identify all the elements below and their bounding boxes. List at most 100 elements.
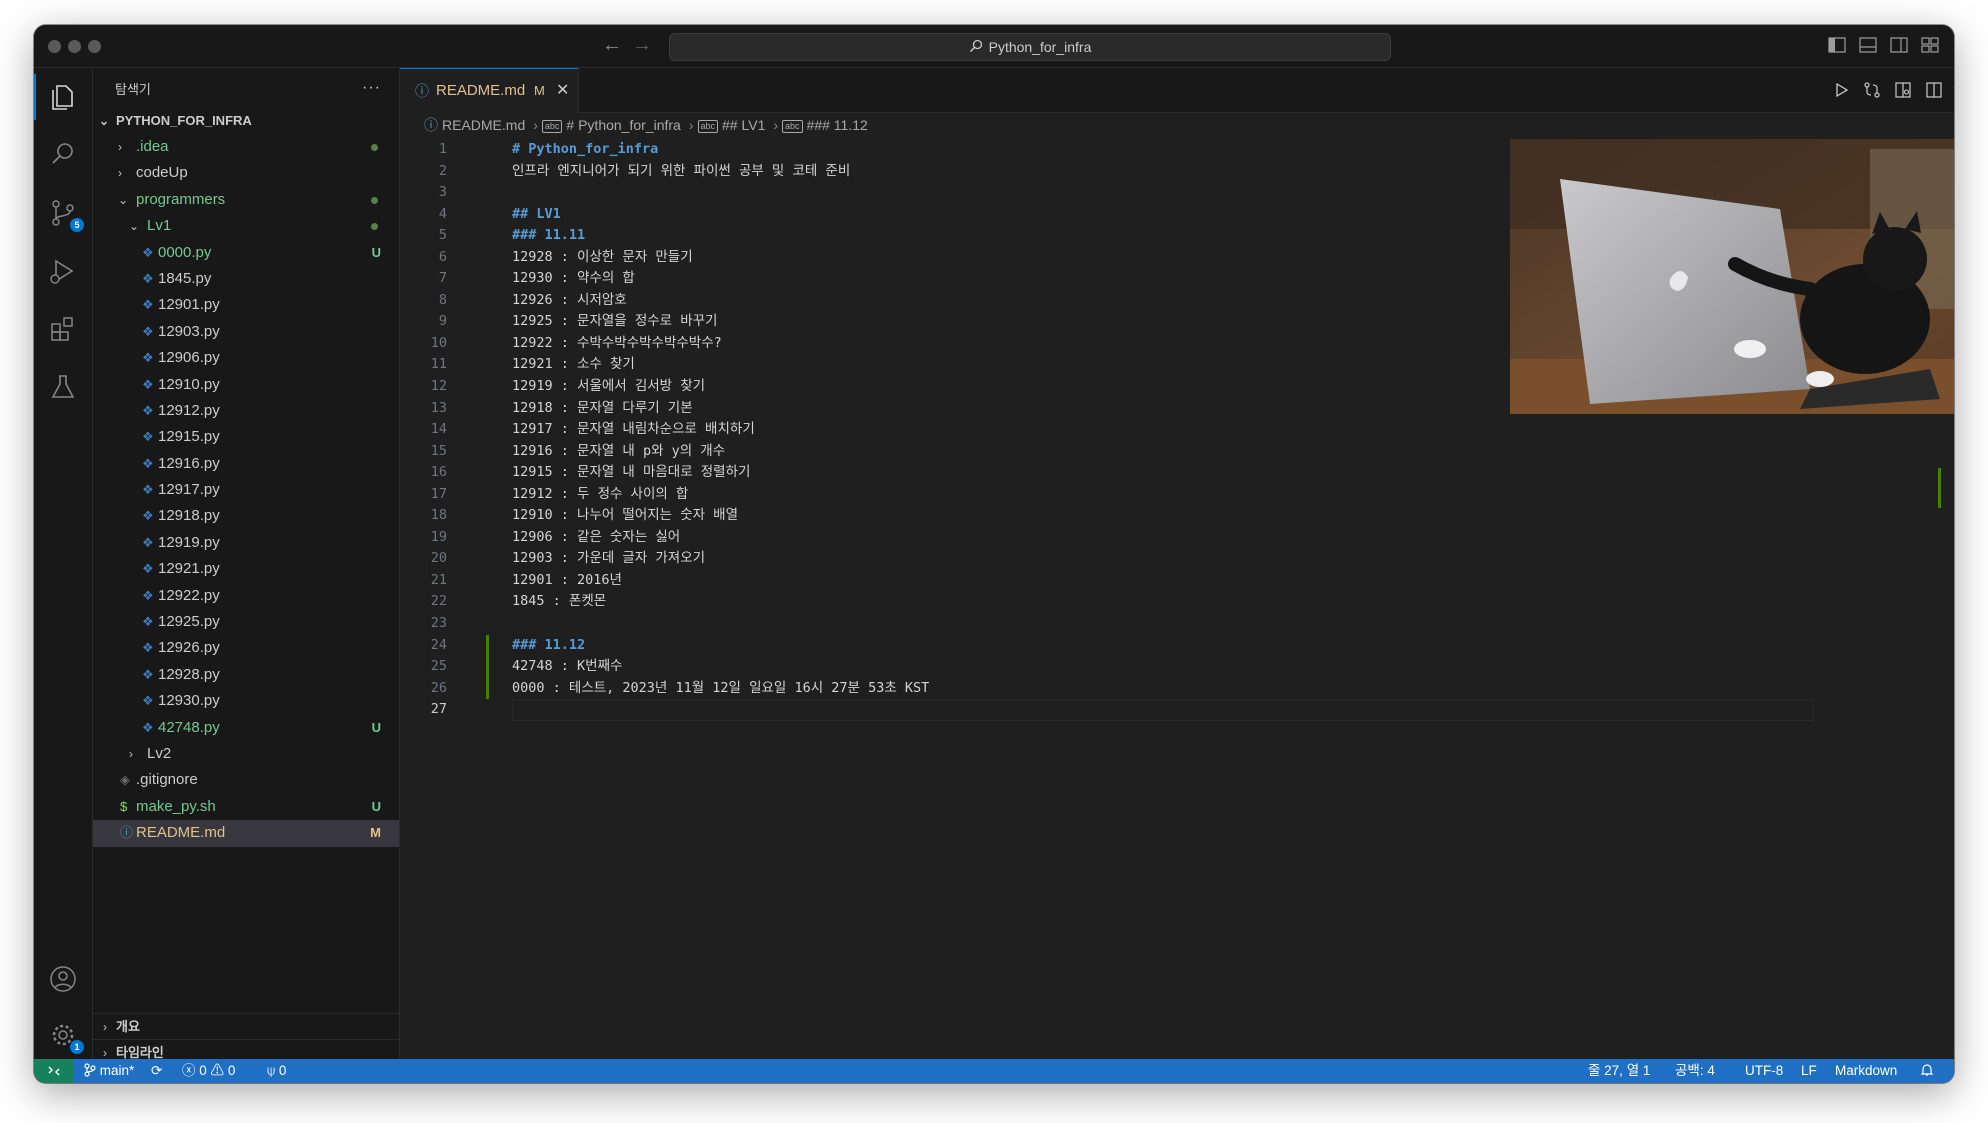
search-icon[interactable]	[46, 138, 80, 172]
tree-file[interactable]: ❖ 12919.py	[93, 530, 399, 556]
tree-file[interactable]: ❖ 12915.py	[93, 424, 399, 450]
customize-layout-icon[interactable]	[1921, 37, 1939, 53]
toggle-panel-icon[interactable]	[1859, 37, 1877, 53]
line-number: 11	[430, 356, 447, 373]
explorer-more-actions-button[interactable]: ···	[362, 68, 381, 112]
close-window-button[interactable]	[48, 40, 61, 53]
tree-item-label: 12921.py	[158, 560, 220, 578]
breadcrumb-file[interactable]: README.md	[442, 117, 525, 133]
tree-file[interactable]: ❖ 12922.py	[93, 583, 399, 609]
scrollbar-change-marker	[1938, 468, 1941, 508]
split-editor-icon[interactable]	[1925, 81, 1943, 99]
python-file-icon: ❖	[142, 719, 154, 735]
run-icon[interactable]	[1832, 81, 1850, 99]
chevron-right-icon: ›	[688, 117, 694, 133]
toggle-secondary-sidebar-icon[interactable]	[1890, 37, 1908, 53]
encoding-status[interactable]: UTF-8	[1745, 1059, 1783, 1083]
ports-status[interactable]: ⍦ 0	[267, 1059, 286, 1083]
tree-file[interactable]: ❖ 12930.py	[93, 688, 399, 714]
tab-close-button[interactable]: ✕	[556, 69, 569, 113]
testing-icon[interactable]	[46, 370, 80, 404]
workspace-root-label: PYTHON_FOR_INFRA	[116, 113, 252, 128]
tree-folder[interactable]: ⌄ Lv1	[93, 213, 399, 239]
open-preview-icon[interactable]	[1894, 81, 1912, 99]
tree-file[interactable]: ❖ 12906.py	[93, 345, 399, 371]
language-mode[interactable]: Markdown	[1835, 1059, 1897, 1083]
tree-file[interactable]: ❖ 1845.py	[93, 266, 399, 292]
eol-status[interactable]: LF	[1801, 1059, 1817, 1083]
tree-file[interactable]: ❖ 12926.py	[93, 635, 399, 661]
tree-file[interactable]: ❖ 12912.py	[93, 398, 399, 424]
run-debug-icon[interactable]	[46, 254, 80, 288]
accounts-icon[interactable]	[46, 962, 80, 996]
info-icon: ⓘ	[415, 83, 429, 99]
tree-file[interactable]: ⓘ README.md M	[93, 820, 399, 847]
chevron-down-icon: ⌄	[118, 192, 129, 207]
tree-item-label: 0000.py	[158, 243, 212, 261]
chevron-right-icon: ›	[118, 140, 122, 154]
workspace-root[interactable]: ⌄ PYTHON_FOR_INFRA	[93, 108, 399, 134]
problems-status[interactable]: ⓧ 0 ⚠ 0	[182, 1059, 235, 1083]
tree-file[interactable]: ❖ 12903.py	[93, 319, 399, 345]
tree-file[interactable]: ❖ 12928.py	[93, 662, 399, 688]
tree-file[interactable]: ❖ 42748.py U	[93, 715, 399, 741]
remote-indicator-icon[interactable]	[34, 1059, 74, 1083]
code-text: 42748 : K번째수	[512, 658, 623, 675]
tree-file[interactable]: ❖ 12925.py	[93, 609, 399, 635]
tree-file[interactable]: ❖ 12910.py	[93, 372, 399, 398]
code-text: 12912 : 두 정수 사이의 합	[512, 485, 689, 502]
code-text: 12906 : 같은 숫자는 싫어	[512, 528, 681, 545]
code-line: 20 12903 : 가운데 글자 가져오기	[400, 548, 1954, 570]
tree-item-label: README.md	[136, 824, 226, 842]
tree-file[interactable]: ❖ 12916.py	[93, 451, 399, 477]
vscode-window: ← → Python_for_infra 5 1 탐색기 ··· ⌄ PYTHO…	[34, 25, 1954, 1083]
python-file-icon: ❖	[142, 561, 154, 577]
tree-file[interactable]: ❖ 12921.py	[93, 556, 399, 582]
broadcast-icon: ⍦	[267, 1063, 276, 1078]
back-arrow-icon[interactable]: ←	[602, 34, 622, 56]
line-number: 1	[438, 141, 447, 157]
breadcrumb-h1[interactable]: # Python_for_infra	[566, 117, 680, 133]
notifications-bell-icon[interactable]	[1920, 1059, 1934, 1083]
tree-file[interactable]: ❖ 12918.py	[93, 503, 399, 529]
line-number: 21	[430, 571, 447, 588]
code-line: 14 12917 : 문자열 내림차순으로 배치하기	[400, 419, 1954, 441]
string-symbol-icon: abc	[697, 119, 719, 133]
outline-section[interactable]: › 개요	[93, 1013, 399, 1040]
tree-file[interactable]: ❖ 0000.py U	[93, 240, 399, 266]
tree-item-label: 12925.py	[158, 613, 220, 631]
tree-folder[interactable]: › Lv2	[93, 741, 399, 767]
tree-file[interactable]: $ make_py.sh U	[93, 794, 399, 820]
explorer-icon[interactable]	[34, 74, 80, 120]
more-actions-icon[interactable]: ···	[1952, 79, 1954, 99]
branch-status[interactable]: main*	[84, 1059, 134, 1083]
sync-icon[interactable]: ⟳	[151, 1059, 162, 1083]
breadcrumb-h2[interactable]: ## LV1	[722, 117, 765, 133]
tree-folder[interactable]: › .idea	[93, 134, 399, 160]
minimize-window-button[interactable]	[68, 40, 81, 53]
tree-item-label: 12922.py	[158, 586, 220, 604]
tree-file[interactable]: ◈ .gitignore	[93, 767, 399, 793]
extensions-icon[interactable]	[46, 312, 80, 346]
compare-changes-icon[interactable]	[1863, 81, 1881, 99]
toggle-primary-sidebar-icon[interactable]	[1828, 37, 1846, 53]
line-number: 24	[430, 636, 447, 653]
source-control-icon[interactable]: 5	[46, 196, 84, 232]
tree-file[interactable]: ❖ 12901.py	[93, 292, 399, 318]
manage-gear-icon[interactable]: 1	[46, 1018, 84, 1054]
code-text: 12925 : 문자열을 정수로 바꾸기	[512, 313, 718, 330]
maximize-window-button[interactable]	[88, 40, 101, 53]
cat-laptop-image	[1510, 139, 1954, 414]
indentation-status[interactable]: 공백: 4	[1675, 1059, 1715, 1083]
tree-file[interactable]: ❖ 12917.py	[93, 477, 399, 503]
tree-folder[interactable]: ⌄ programmers	[93, 187, 399, 213]
tree-folder[interactable]: › codeUp	[93, 160, 399, 186]
git-status-badge: U	[371, 719, 381, 735]
breadcrumb-h3[interactable]: ### 11.12	[807, 117, 868, 133]
python-file-icon: ❖	[142, 244, 154, 260]
activity-bar: 5 1	[34, 68, 93, 1059]
cursor-position[interactable]: 줄 27, 열 1	[1588, 1059, 1650, 1083]
forward-arrow-icon[interactable]: →	[632, 34, 652, 56]
command-center-search[interactable]: Python_for_infra	[669, 33, 1391, 61]
tab-readme[interactable]: ⓘ README.md M ✕	[400, 68, 579, 113]
